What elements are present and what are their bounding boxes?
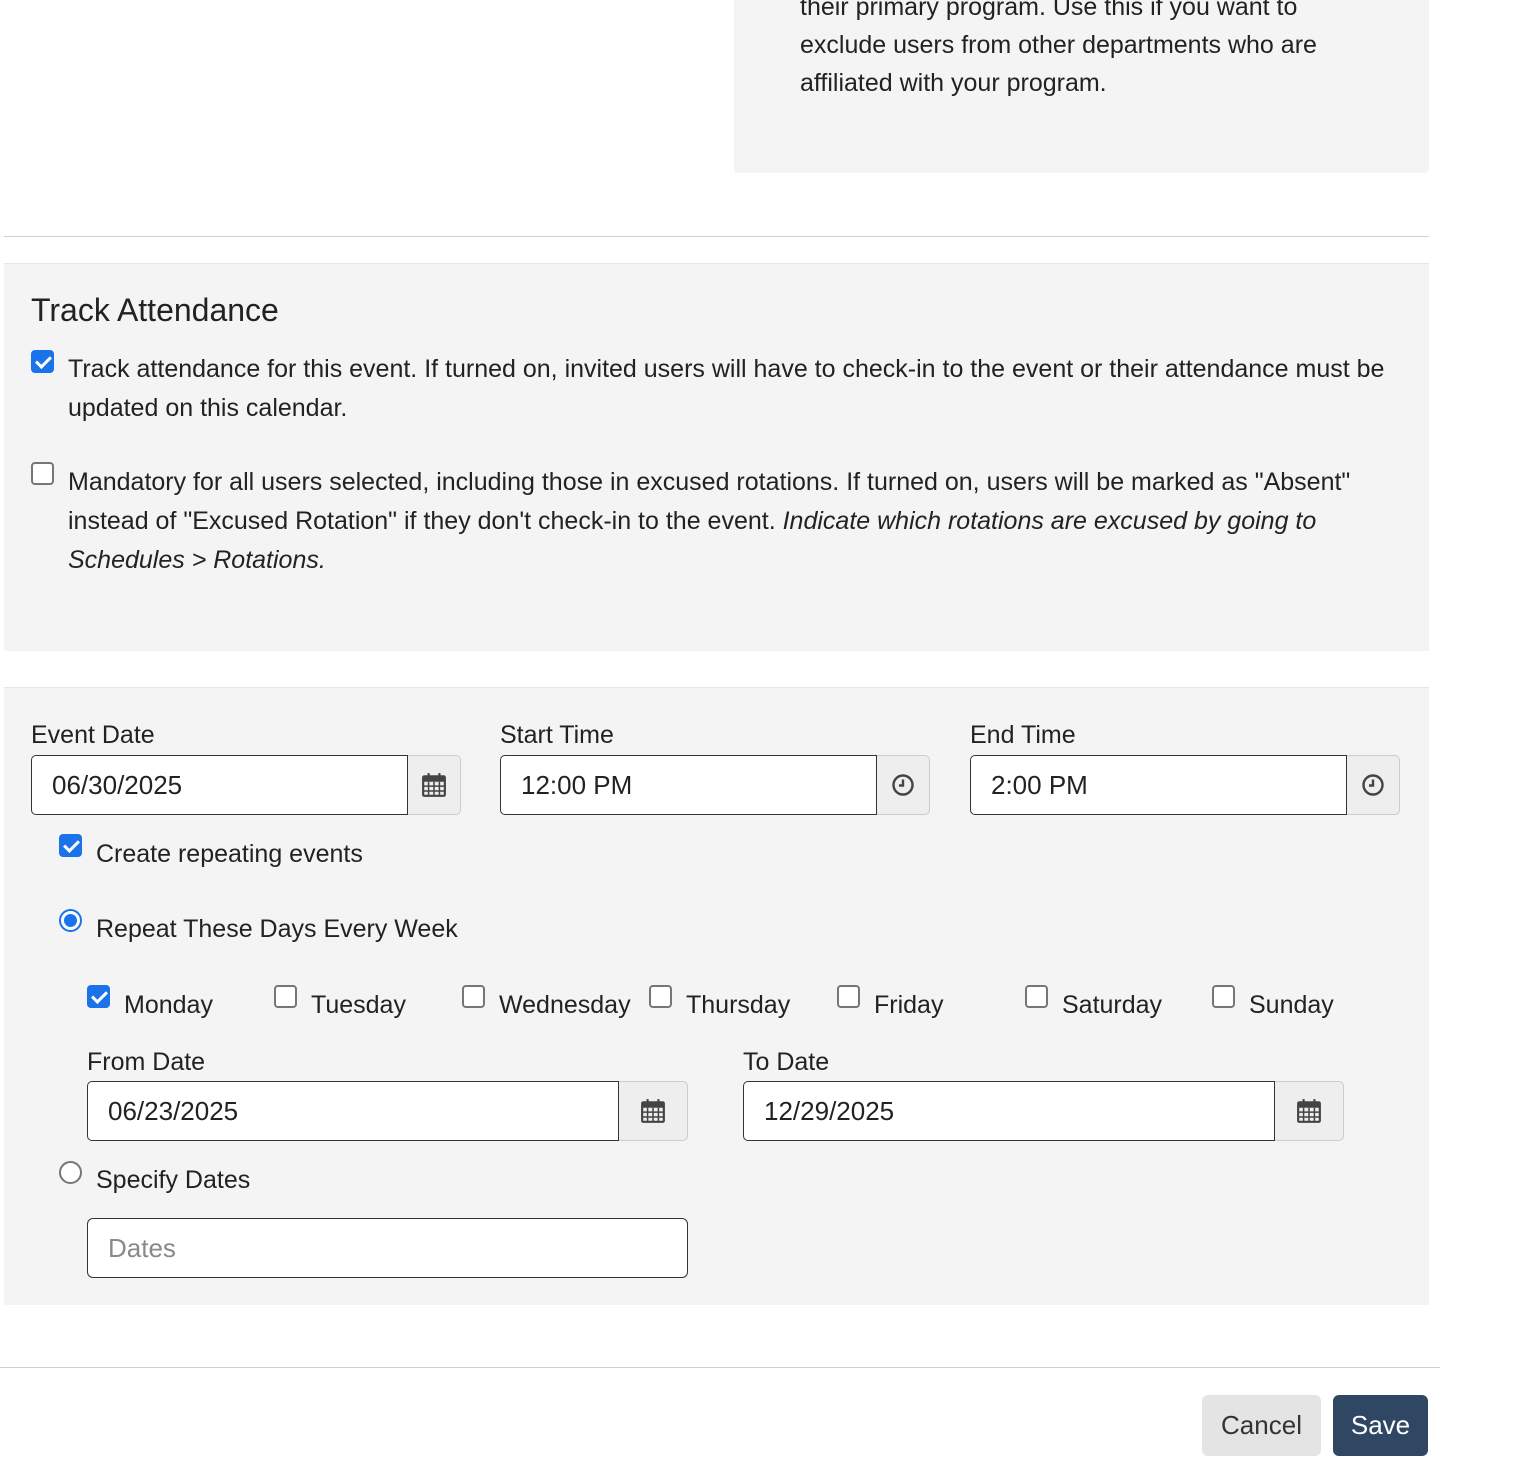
start-time-clock-button[interactable] bbox=[877, 755, 930, 815]
section-divider bbox=[4, 236, 1429, 237]
repeat-weekly-label: Repeat These Days Every Week bbox=[96, 915, 458, 943]
to-date-input[interactable] bbox=[743, 1081, 1275, 1141]
start-time-input[interactable] bbox=[500, 755, 877, 815]
day-checkbox-thursday[interactable] bbox=[649, 985, 672, 1008]
end-time-label: End Time bbox=[970, 721, 1076, 749]
from-date-group bbox=[87, 1081, 688, 1141]
day-label-friday: Friday bbox=[874, 991, 944, 1019]
create-repeating-label: Create repeating events bbox=[96, 840, 363, 868]
to-date-label: To Date bbox=[743, 1048, 830, 1076]
day-checkbox-saturday[interactable] bbox=[1025, 985, 1048, 1008]
specify-dates-label: Specify Dates bbox=[96, 1166, 251, 1194]
day-label-thursday: Thursday bbox=[686, 991, 791, 1019]
day-label-saturday: Saturday bbox=[1062, 991, 1163, 1019]
track-attendance-checkbox[interactable] bbox=[31, 350, 54, 373]
start-time-label: Start Time bbox=[500, 721, 614, 749]
footer-divider bbox=[0, 1367, 1440, 1368]
event-date-group bbox=[31, 755, 461, 815]
day-label-wednesday: Wednesday bbox=[499, 991, 631, 1019]
day-checkbox-sunday[interactable] bbox=[1212, 985, 1235, 1008]
create-repeating-checkbox[interactable] bbox=[59, 834, 82, 857]
day-checkbox-tuesday[interactable] bbox=[274, 985, 297, 1008]
end-time-input[interactable] bbox=[970, 755, 1347, 815]
cancel-button[interactable]: Cancel bbox=[1202, 1395, 1321, 1456]
to-date-calendar-button[interactable] bbox=[1275, 1081, 1344, 1141]
from-date-label: From Date bbox=[87, 1048, 206, 1076]
clock-icon bbox=[1362, 774, 1384, 796]
day-checkbox-monday[interactable] bbox=[87, 985, 110, 1008]
day-label-monday: Monday bbox=[124, 991, 213, 1019]
save-button[interactable]: Save bbox=[1333, 1395, 1428, 1456]
day-label-sunday: Sunday bbox=[1249, 991, 1334, 1019]
end-time-group bbox=[970, 755, 1400, 815]
calendar-icon bbox=[422, 773, 446, 797]
specify-dates-radio[interactable] bbox=[59, 1161, 82, 1184]
to-date-group bbox=[743, 1081, 1344, 1141]
specify-dates-input[interactable] bbox=[87, 1218, 688, 1278]
clock-icon bbox=[892, 774, 914, 796]
repeat-weekly-radio[interactable] bbox=[59, 909, 82, 932]
event-date-calendar-button[interactable] bbox=[408, 755, 461, 815]
day-checkbox-wednesday[interactable] bbox=[462, 985, 485, 1008]
track-attendance-panel: Track Attendance Track attendance for th… bbox=[4, 263, 1429, 651]
info-callout-text: their primary program. Use this if you w… bbox=[800, 0, 1317, 97]
mandatory-label: Mandatory for all users selected, includ… bbox=[68, 463, 1388, 580]
track-attendance-title: Track Attendance bbox=[31, 292, 279, 328]
event-schedule-panel: Event Date Start Time End Time Create re… bbox=[4, 687, 1429, 1305]
calendar-icon bbox=[641, 1099, 665, 1123]
track-attendance-label: Track attendance for this event. If turn… bbox=[68, 355, 1385, 422]
day-label-tuesday: Tuesday bbox=[311, 991, 406, 1019]
from-date-input[interactable] bbox=[87, 1081, 619, 1141]
day-checkbox-friday[interactable] bbox=[837, 985, 860, 1008]
event-date-input[interactable] bbox=[31, 755, 408, 815]
calendar-icon bbox=[1297, 1099, 1321, 1123]
event-date-label: Event Date bbox=[31, 721, 155, 749]
end-time-clock-button[interactable] bbox=[1347, 755, 1400, 815]
start-time-group bbox=[500, 755, 930, 815]
mandatory-checkbox[interactable] bbox=[31, 462, 54, 485]
from-date-calendar-button[interactable] bbox=[619, 1081, 688, 1141]
